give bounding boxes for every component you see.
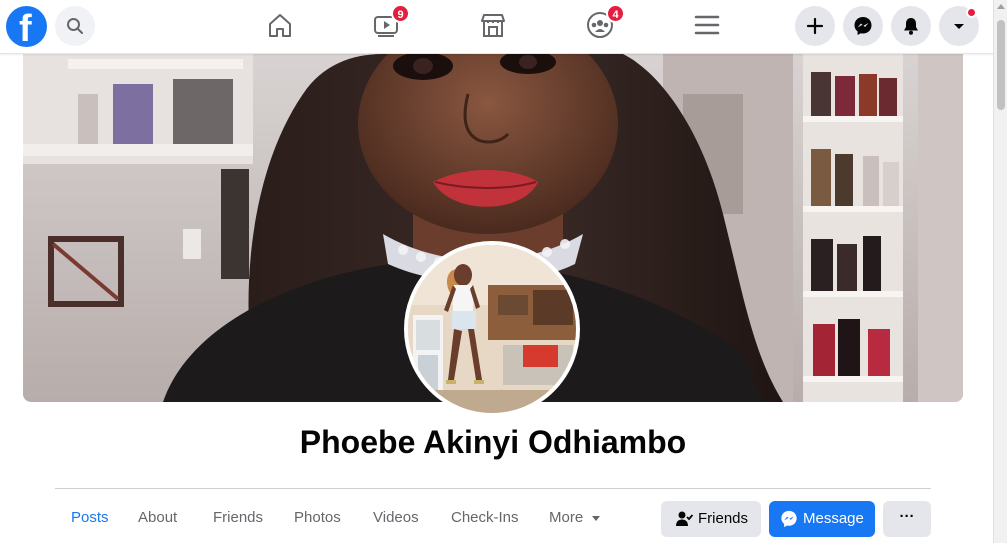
messenger-icon	[781, 510, 797, 528]
caret-down-icon	[954, 24, 964, 29]
tab-about[interactable]: About	[138, 509, 177, 526]
top-navigation-bar: f 9 4	[0, 0, 1007, 54]
watch-badge: 9	[391, 4, 410, 23]
tab-videos[interactable]: Videos	[373, 509, 419, 526]
logo-letter: f	[19, 8, 32, 50]
facebook-profile-page: f 9 4 Phoebe Akinyi Odhiambo Posts About…	[0, 0, 1007, 543]
search-button[interactable]	[55, 6, 95, 46]
bell-icon	[904, 18, 918, 35]
tab-friends[interactable]: Friends	[213, 509, 263, 526]
messenger-icon	[854, 17, 872, 35]
more-options-icon: ···	[899, 508, 915, 525]
tab-more[interactable]: More	[549, 509, 601, 526]
tab-more-label: More	[549, 509, 584, 526]
notifications-button[interactable]	[891, 6, 931, 46]
account-notification-dot	[966, 7, 977, 18]
message-button[interactable]: Message	[769, 501, 875, 537]
plus-icon	[806, 17, 824, 35]
profile-name: Phoebe Akinyi Odhiambo	[299, 424, 687, 460]
tab-check-ins[interactable]: Check-Ins	[451, 509, 519, 526]
friends-button-label: Friends	[698, 510, 749, 527]
profile-picture-image	[408, 245, 576, 413]
home-icon	[269, 14, 291, 37]
scroll-up-arrow-icon[interactable]	[997, 4, 1005, 9]
create-button[interactable]	[795, 6, 835, 46]
more-options-button[interactable]: ···	[883, 501, 931, 537]
messenger-button[interactable]	[843, 6, 883, 46]
nav-home[interactable]	[265, 10, 295, 40]
tab-photos[interactable]: Photos	[294, 509, 341, 526]
message-button-label: Message	[803, 510, 864, 527]
tab-posts[interactable]: Posts	[71, 509, 109, 526]
friend-check-icon	[676, 511, 693, 526]
scrollbar-thumb[interactable]	[997, 20, 1005, 110]
facebook-logo[interactable]: f	[6, 6, 47, 50]
page-scrollbar[interactable]	[993, 0, 1007, 543]
marketplace-icon	[481, 14, 505, 37]
nav-marketplace[interactable]	[478, 10, 508, 40]
divider	[55, 488, 931, 489]
hamburger-menu-icon	[694, 15, 720, 35]
nav-menu[interactable]	[692, 10, 722, 40]
profile-picture[interactable]	[404, 241, 580, 417]
caret-down-icon	[592, 516, 601, 522]
search-icon	[67, 18, 83, 34]
groups-badge: 4	[606, 4, 625, 23]
friends-button[interactable]: Friends	[661, 501, 761, 537]
